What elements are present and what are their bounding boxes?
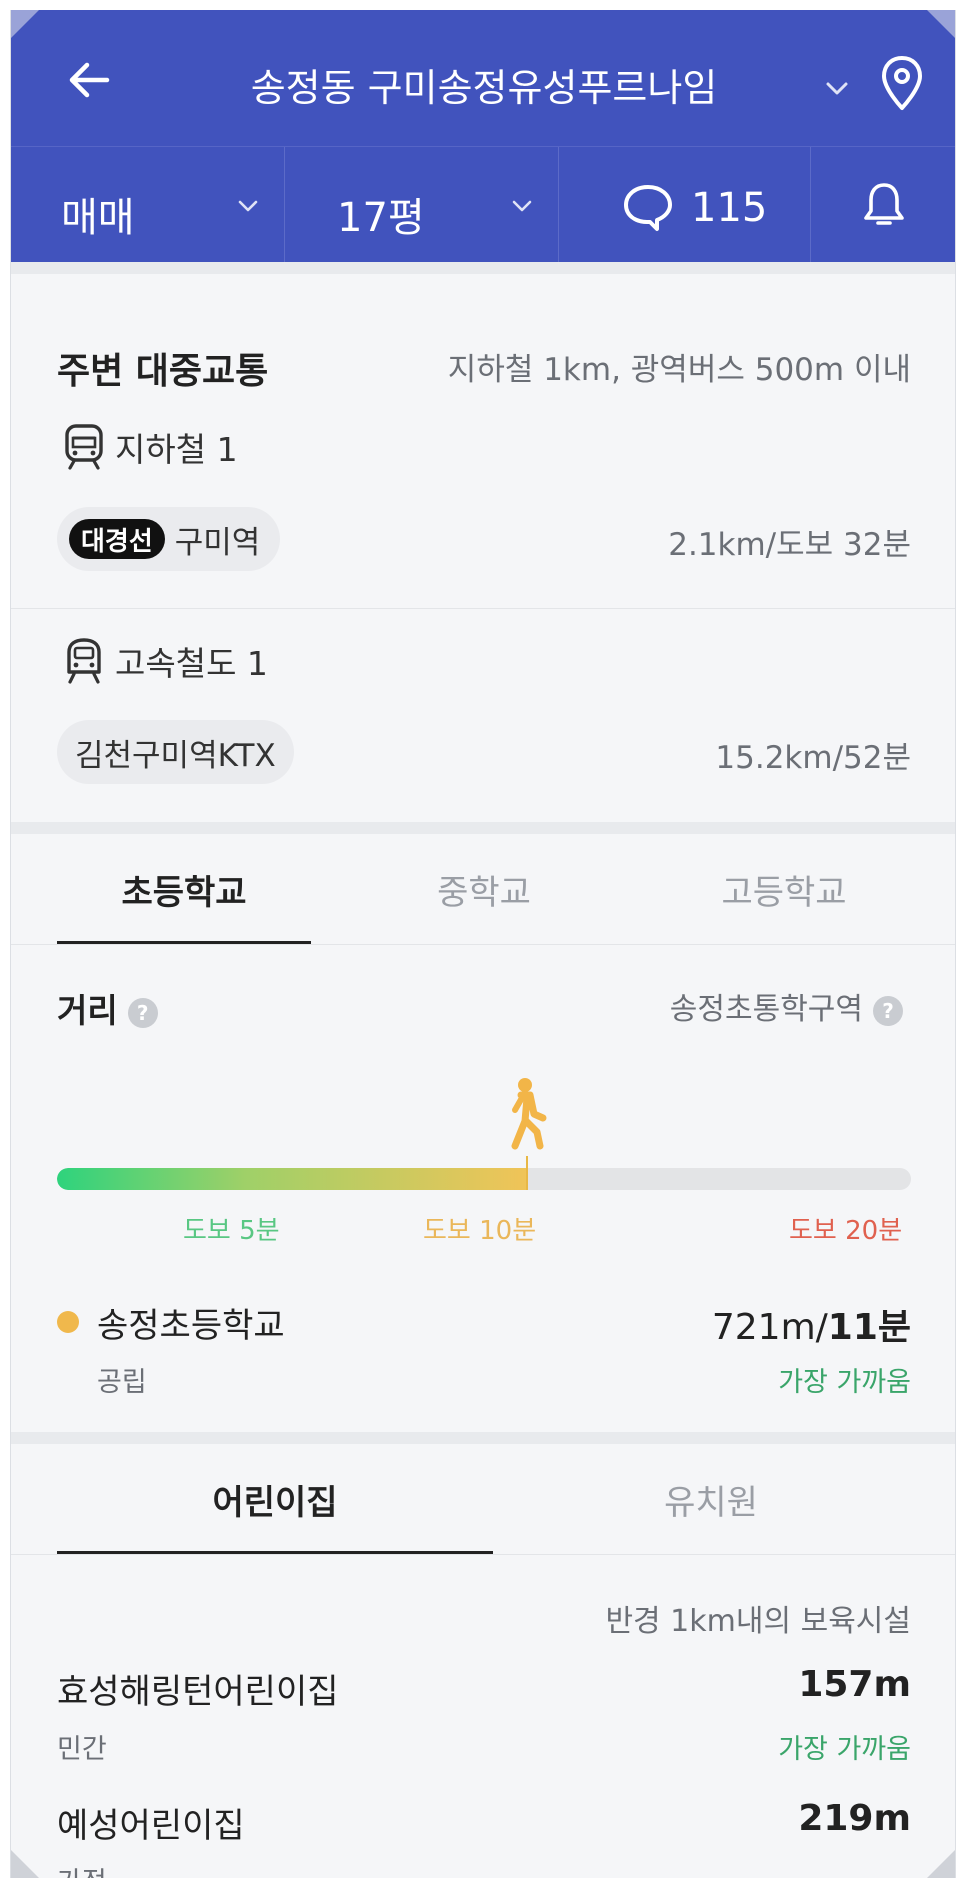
row-separator xyxy=(11,608,955,609)
section-divider xyxy=(11,1432,955,1444)
school-zone[interactable]: 송정초통학구역? xyxy=(670,984,903,1028)
line-badge: 대경선 xyxy=(69,519,165,559)
childcare-tabs: 어린이집 유치원 xyxy=(57,1444,911,1554)
comments-button[interactable]: 115 xyxy=(559,147,811,263)
school-tabs: 초등학교 중학교 고등학교 xyxy=(57,834,911,944)
section-divider xyxy=(11,262,955,274)
comment-count: 115 xyxy=(691,185,768,231)
daycare-name[interactable]: 예성어린이집 xyxy=(57,1798,245,1847)
school-type: 공립 xyxy=(97,1367,147,1398)
app-header: 송정동 구미송정유성푸르나임 xyxy=(11,10,955,146)
subway-icon xyxy=(65,424,103,470)
tab-kindergarten[interactable]: 유치원 xyxy=(493,1444,929,1554)
train-icon xyxy=(67,638,101,684)
daycare-distance: 219m xyxy=(798,1798,911,1839)
walk-time-bar xyxy=(57,1168,911,1190)
daycare-distance-value: 157m xyxy=(798,1664,911,1705)
speech-bubble-icon xyxy=(624,185,672,231)
bell-icon xyxy=(864,183,904,225)
childcare-section: 어린이집 유치원 반경 1km내의 보육시설 효성해링턴어린이집 157m 민간… xyxy=(11,1444,955,1878)
chevron-down-icon xyxy=(512,200,532,212)
tab-daycare[interactable]: 어린이집 xyxy=(57,1444,493,1554)
nearest-badge: 가장 가까움 xyxy=(778,1734,911,1765)
school-zone-label: 송정초통학구역 xyxy=(669,992,863,1027)
notification-button[interactable] xyxy=(811,147,955,263)
school-dot xyxy=(57,1311,79,1333)
app-frame: 송정동 구미송정유성푸르나임 매매 17평 115 주변 대중교통 지하철 1k… xyxy=(10,10,956,1878)
back-arrow-icon[interactable] xyxy=(61,50,121,110)
chevron-down-icon[interactable] xyxy=(819,70,855,106)
school-name[interactable]: 송정초등학교 xyxy=(97,1298,285,1347)
ktx-distance: 15.2km/52분 xyxy=(715,740,911,776)
scale-label-20min: 도보 20분 xyxy=(789,1216,903,1246)
radius-note: 반경 1km내의 보육시설 xyxy=(605,1604,911,1639)
help-icon[interactable]: ? xyxy=(127,997,158,1028)
distance-heading: 거리? xyxy=(57,984,158,1032)
subway-header: 지하철 1 xyxy=(61,422,238,472)
daycare-name[interactable]: 효성해링턴어린이집 xyxy=(57,1664,339,1713)
nearest-badge: 가장 가까움 xyxy=(778,1367,911,1398)
school-section: 초등학교 중학교 고등학교 거리? 송정초통학구역? 도보 5분 도보 10분 … xyxy=(11,834,955,1432)
walk-time-marker xyxy=(526,1156,528,1190)
trade-type-dropdown[interactable]: 매매 xyxy=(11,147,285,263)
size-dropdown[interactable]: 17평 xyxy=(285,147,559,263)
corner-decoration xyxy=(927,10,955,38)
help-icon: ? xyxy=(873,995,903,1026)
station-name: 구미역 xyxy=(174,524,261,561)
corner-decoration xyxy=(11,10,39,38)
chevron-down-icon xyxy=(238,200,258,212)
page-title[interactable]: 송정동 구미송정유성푸르나임 xyxy=(151,66,817,110)
tab-high[interactable]: 고등학교 xyxy=(657,834,911,944)
daycare-type: 가정 xyxy=(57,1860,107,1878)
map-pin-icon[interactable] xyxy=(877,54,927,114)
ktx-header: 고속철도 1 xyxy=(61,636,268,686)
subway-label: 지하철 1 xyxy=(115,430,238,469)
school-distance: 721m/11분 xyxy=(712,1298,911,1350)
station-name: 김천구미역KTX xyxy=(75,737,276,774)
scale-label-10min: 도보 10분 xyxy=(423,1216,537,1246)
school-walk-time: 11분 xyxy=(827,1307,911,1348)
tab-middle[interactable]: 중학교 xyxy=(357,834,611,944)
transit-title: 주변 대중교통 xyxy=(57,351,269,392)
walking-person-icon xyxy=(511,1078,547,1150)
daycare-distance: 157m xyxy=(798,1664,911,1705)
subway-station-chip[interactable]: 대경선 구미역 xyxy=(57,507,281,571)
corner-decoration xyxy=(11,1850,39,1878)
trade-type-label: 매매 xyxy=(61,195,135,241)
scale-label-5min: 도보 5분 xyxy=(183,1216,280,1246)
transit-criteria: 지하철 1km, 광역버스 500m 이내 xyxy=(447,352,911,388)
corner-decoration xyxy=(927,1850,955,1878)
tabs-separator xyxy=(11,1554,955,1555)
daycare-type: 민간 xyxy=(57,1734,107,1765)
transit-section: 주변 대중교통 지하철 1km, 광역버스 500m 이내 지하철 1 대경선 … xyxy=(11,274,955,822)
distance-label: 거리 xyxy=(57,991,118,1030)
daycare-distance-value: 219m xyxy=(798,1798,911,1839)
filter-bar: 매매 17평 115 xyxy=(11,146,955,263)
school-distance-value: 721m/ xyxy=(711,1307,828,1348)
tab-elementary[interactable]: 초등학교 xyxy=(57,834,311,944)
tabs-separator xyxy=(11,944,955,945)
section-divider xyxy=(11,822,955,834)
size-label: 17평 xyxy=(337,195,425,241)
ktx-station-chip[interactable]: 김천구미역KTX xyxy=(57,720,294,784)
walk-time-fill xyxy=(57,1168,527,1190)
ktx-label: 고속철도 1 xyxy=(115,644,268,683)
subway-distance: 2.1km/도보 32분 xyxy=(668,527,911,563)
